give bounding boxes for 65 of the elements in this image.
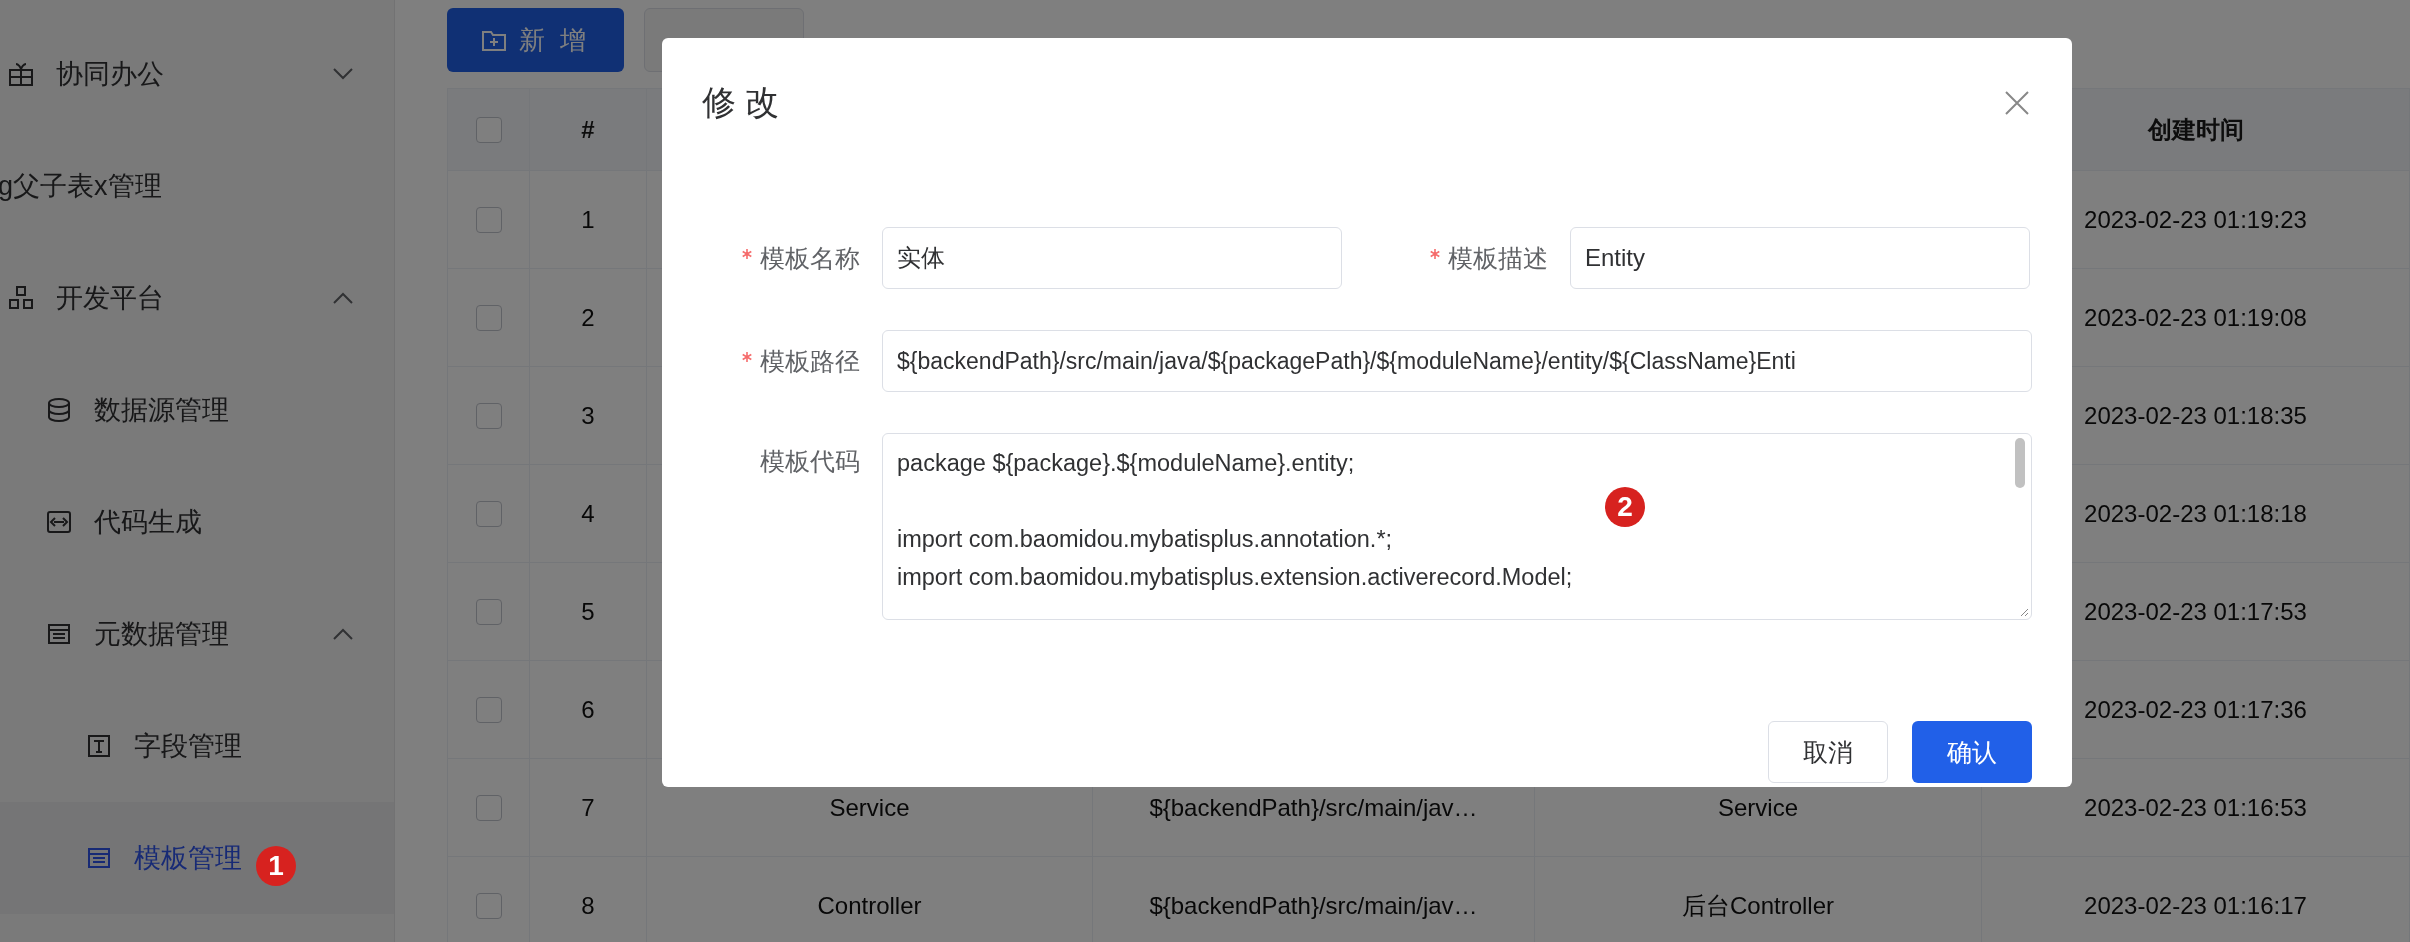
text-field-icon bbox=[86, 733, 112, 759]
folder-plus-icon bbox=[481, 28, 507, 52]
gift-icon bbox=[8, 61, 34, 87]
scrollbar-thumb[interactable] bbox=[2015, 438, 2025, 488]
table-cell: 2023-02-23 01:19:08 bbox=[2084, 303, 2307, 332]
chevron-icon bbox=[332, 67, 354, 81]
step-badge: 2 bbox=[1605, 487, 1645, 527]
input-field[interactable]: Entity bbox=[1570, 227, 2030, 289]
table-cell: 2023-02-23 01:16:17 bbox=[2084, 891, 2307, 920]
table-cell: 2023-02-23 01:17:36 bbox=[2084, 695, 2307, 724]
table-cell: 2023-02-23 01:18:35 bbox=[2084, 401, 2307, 430]
resize-handle-icon bbox=[2019, 607, 2029, 617]
sidebar-item[interactable]: 代码生成 bbox=[0, 466, 394, 578]
table-cell: 5 bbox=[581, 597, 595, 626]
table-cell: 3 bbox=[581, 401, 595, 430]
table-cell: 7 bbox=[581, 793, 595, 822]
checkbox[interactable] bbox=[475, 402, 502, 429]
table-cell: 2 bbox=[581, 303, 595, 332]
checkbox[interactable] bbox=[475, 794, 502, 821]
checkbox[interactable] bbox=[475, 598, 502, 625]
cancel-button[interactable]: 取消 bbox=[1768, 721, 1888, 783]
field-label: 模板路径 bbox=[760, 345, 860, 377]
org-chart-icon bbox=[8, 285, 34, 311]
table-cell: 8 bbox=[581, 891, 595, 920]
button[interactable]: 新 增 bbox=[447, 8, 625, 72]
sidebar-item[interactable]: 字段管理 bbox=[0, 690, 394, 802]
list-icon bbox=[86, 845, 112, 871]
confirm-button[interactable]: 确认 bbox=[1912, 721, 2032, 783]
checkbox[interactable] bbox=[475, 116, 502, 143]
chevron-icon bbox=[332, 627, 354, 641]
table-cell: 6 bbox=[581, 695, 595, 724]
table-cell: 4 bbox=[581, 499, 595, 528]
checkbox[interactable] bbox=[475, 304, 502, 331]
input-field[interactable]: ${backendPath}/src/main/java/${packagePath}/${moduleName}/entity/${ClassName}Enti bbox=[882, 330, 2032, 392]
sidebar-item[interactable]: 协同办公 bbox=[0, 18, 394, 130]
sidebar-item[interactable]: 元数据管理 bbox=[0, 578, 394, 690]
close-icon bbox=[2004, 90, 2030, 116]
checkbox[interactable] bbox=[475, 500, 502, 527]
checkbox[interactable] bbox=[475, 696, 502, 723]
table-cell-text: 后台Controller bbox=[1681, 890, 1834, 921]
checkbox[interactable] bbox=[475, 206, 502, 233]
table-cell: Controller bbox=[817, 891, 922, 920]
table-cell: Service bbox=[1718, 793, 1798, 822]
table-cell: ${backendPath}/src/main/jav… bbox=[1149, 891, 1478, 920]
list-icon bbox=[46, 621, 72, 647]
code-icon bbox=[46, 509, 72, 535]
checkbox[interactable] bbox=[475, 892, 502, 919]
field-label: 模板名称 bbox=[760, 242, 860, 274]
table-cell: 2023-02-23 01:18:18 bbox=[2084, 499, 2307, 528]
field-label: 模板代码 bbox=[760, 446, 860, 477]
chevron-icon bbox=[332, 291, 354, 305]
input-field[interactable]: 实体 bbox=[882, 227, 1342, 289]
database-icon bbox=[46, 397, 72, 423]
sidebar-item[interactable]: g父子表x管理 bbox=[0, 130, 394, 242]
column-header: # bbox=[530, 89, 647, 171]
table-cell: 2023-02-23 01:17:53 bbox=[2084, 597, 2307, 626]
sidebar-item[interactable]: 数据源管理 bbox=[0, 354, 394, 466]
table-cell: 2023-02-23 01:19:23 bbox=[2084, 205, 2307, 234]
sidebar-item[interactable]: 开发平台 bbox=[0, 242, 394, 354]
table-cell: 1 bbox=[581, 205, 595, 234]
dialog-title: 修 改 bbox=[702, 82, 780, 123]
table-cell: ${backendPath}/src/main/jav… bbox=[1149, 793, 1478, 822]
table-cell: 2023-02-23 01:16:53 bbox=[2084, 793, 2307, 822]
field-label: 模板描述 bbox=[1448, 242, 1548, 274]
table-cell: Service bbox=[829, 793, 910, 822]
